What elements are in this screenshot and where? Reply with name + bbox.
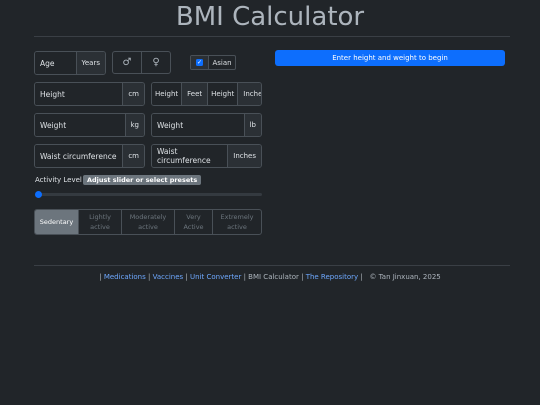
weight-lb-unit: lb	[243, 114, 261, 136]
preset-label: Moderately	[129, 213, 167, 221]
age-input-group: Age Years	[34, 51, 106, 75]
asian-toggle: ✓ Asian	[190, 55, 236, 70]
height-cm-group: Height cm	[34, 82, 145, 106]
weight-kg-group: Weight kg	[34, 113, 145, 137]
waist-in-unit: Inches	[227, 145, 261, 167]
preset-label: active	[227, 223, 247, 231]
weight-kg-field[interactable]: Weight	[35, 114, 125, 136]
activity-label: Activity Level	[35, 176, 82, 184]
height-cm-field[interactable]: Height	[35, 83, 123, 105]
height-in-unit: Inches	[237, 83, 261, 105]
activity-slider-thumb[interactable]	[35, 191, 42, 198]
footer: | Medications | Vaccines | Unit Converte…	[0, 273, 540, 281]
height-ft-field[interactable]: Height	[152, 83, 182, 105]
result-button[interactable]: Enter height and weight to begin	[275, 50, 505, 66]
footer-separator: |	[301, 273, 304, 281]
footer-link-repository[interactable]: The Repository	[306, 273, 358, 281]
weight-lb-group: Weight lb	[151, 113, 262, 137]
waist-cm-unit: cm	[122, 145, 144, 167]
age-unit: Years	[75, 52, 105, 74]
weight-kg-unit: kg	[124, 114, 144, 136]
preset-label: Active	[183, 223, 204, 231]
footer-separator: |	[99, 273, 102, 281]
height-ft-unit: Feet	[181, 83, 208, 105]
footer-separator: |	[360, 273, 363, 281]
footer-current-page: BMI Calculator	[248, 273, 299, 281]
height-in-field[interactable]: Height	[207, 83, 238, 105]
footer-divider	[34, 265, 510, 266]
footer-separator: |	[148, 273, 151, 281]
preset-label: Lightly	[89, 213, 111, 221]
activity-presets: Sedentary Lightly active Moderately acti…	[34, 209, 262, 235]
preset-very-active[interactable]: Very Active	[174, 210, 212, 234]
female-icon[interactable]: ♀	[141, 52, 170, 73]
footer-link-medications[interactable]: Medications	[104, 273, 146, 281]
title-divider	[34, 36, 510, 37]
activity-slider[interactable]	[35, 193, 262, 196]
asian-checkbox-wrap[interactable]: ✓	[191, 56, 209, 69]
waist-cm-group: Waist circumference cm	[34, 144, 145, 168]
height-cm-unit: cm	[122, 83, 144, 105]
waist-in-group: Waist circumference Inches	[151, 144, 262, 168]
preset-sedentary[interactable]: Sedentary	[35, 210, 78, 234]
preset-label: active	[138, 223, 158, 231]
waist-cm-field[interactable]: Waist circumference	[35, 145, 123, 167]
checkbox-icon[interactable]: ✓	[196, 59, 203, 66]
footer-copyright: © Tan Jinxuan, 2025	[369, 273, 441, 281]
preset-label: Sedentary	[39, 218, 74, 226]
footer-separator: |	[185, 273, 188, 281]
sex-toggle: ♂ ♀	[112, 51, 171, 74]
footer-link-vaccines[interactable]: Vaccines	[153, 273, 184, 281]
footer-separator: |	[243, 273, 246, 281]
page-title: BMI Calculator	[175, 2, 365, 32]
preset-lightly-active[interactable]: Lightly active	[78, 210, 121, 234]
preset-label: active	[90, 223, 110, 231]
footer-link-unit-converter[interactable]: Unit Converter	[190, 273, 241, 281]
preset-label: Extremely	[220, 213, 254, 221]
preset-label: Very	[186, 213, 201, 221]
weight-lb-field[interactable]: Weight	[152, 114, 244, 136]
waist-in-field[interactable]: Waist circumference	[152, 145, 228, 167]
asian-label: Asian	[212, 58, 232, 67]
preset-moderately-active[interactable]: Moderately active	[121, 210, 174, 234]
age-field[interactable]: Age	[35, 52, 76, 74]
male-icon[interactable]: ♂	[113, 52, 141, 73]
preset-extremely-active[interactable]: Extremely active	[212, 210, 261, 234]
height-imperial-group: Height Feet Height Inches	[151, 82, 262, 106]
activity-badge: Adjust slider or select presets	[83, 175, 202, 185]
